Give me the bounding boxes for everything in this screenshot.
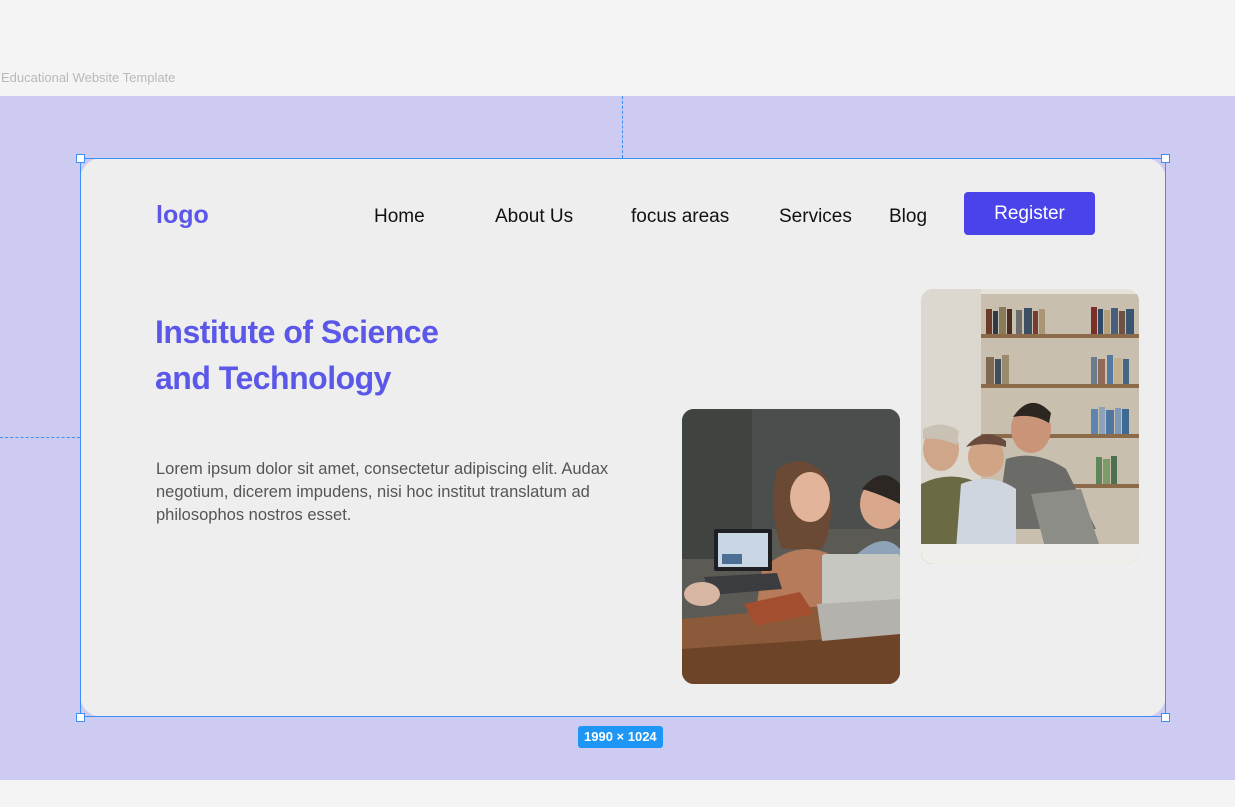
website-frame[interactable]: logo Home About Us focus areas Services … [80,158,1166,717]
nav-blog[interactable]: Blog [889,206,927,228]
nav-home[interactable]: Home [374,206,425,228]
hero-title-line-2: and Technology [155,360,391,396]
site-logo[interactable]: logo [156,201,209,230]
resize-handle-bottom-right[interactable] [1161,713,1170,722]
horizontal-guide-line [0,437,80,438]
resize-handle-top-right[interactable] [1161,154,1170,163]
students-library-photo [921,289,1139,564]
nav-services[interactable]: Services [779,206,852,228]
hero-title-line-1: Institute of Science [155,314,439,350]
vertical-guide-line [622,96,623,158]
resize-handle-top-left[interactable] [76,154,85,163]
hero-title: Institute of Science and Technology [155,309,575,401]
frame-size-badge: 1990 × 1024 [578,726,663,748]
nav-about-us[interactable]: About Us [495,206,573,228]
register-button[interactable]: Register [964,192,1095,235]
hero-description: Lorem ipsum dolor sit amet, consectetur … [156,460,609,524]
nav-focus-areas[interactable]: focus areas [631,206,729,228]
students-laptops-photo [682,409,900,684]
resize-handle-bottom-left[interactable] [76,713,85,722]
frame-label[interactable]: Educational Website Template [1,70,175,85]
